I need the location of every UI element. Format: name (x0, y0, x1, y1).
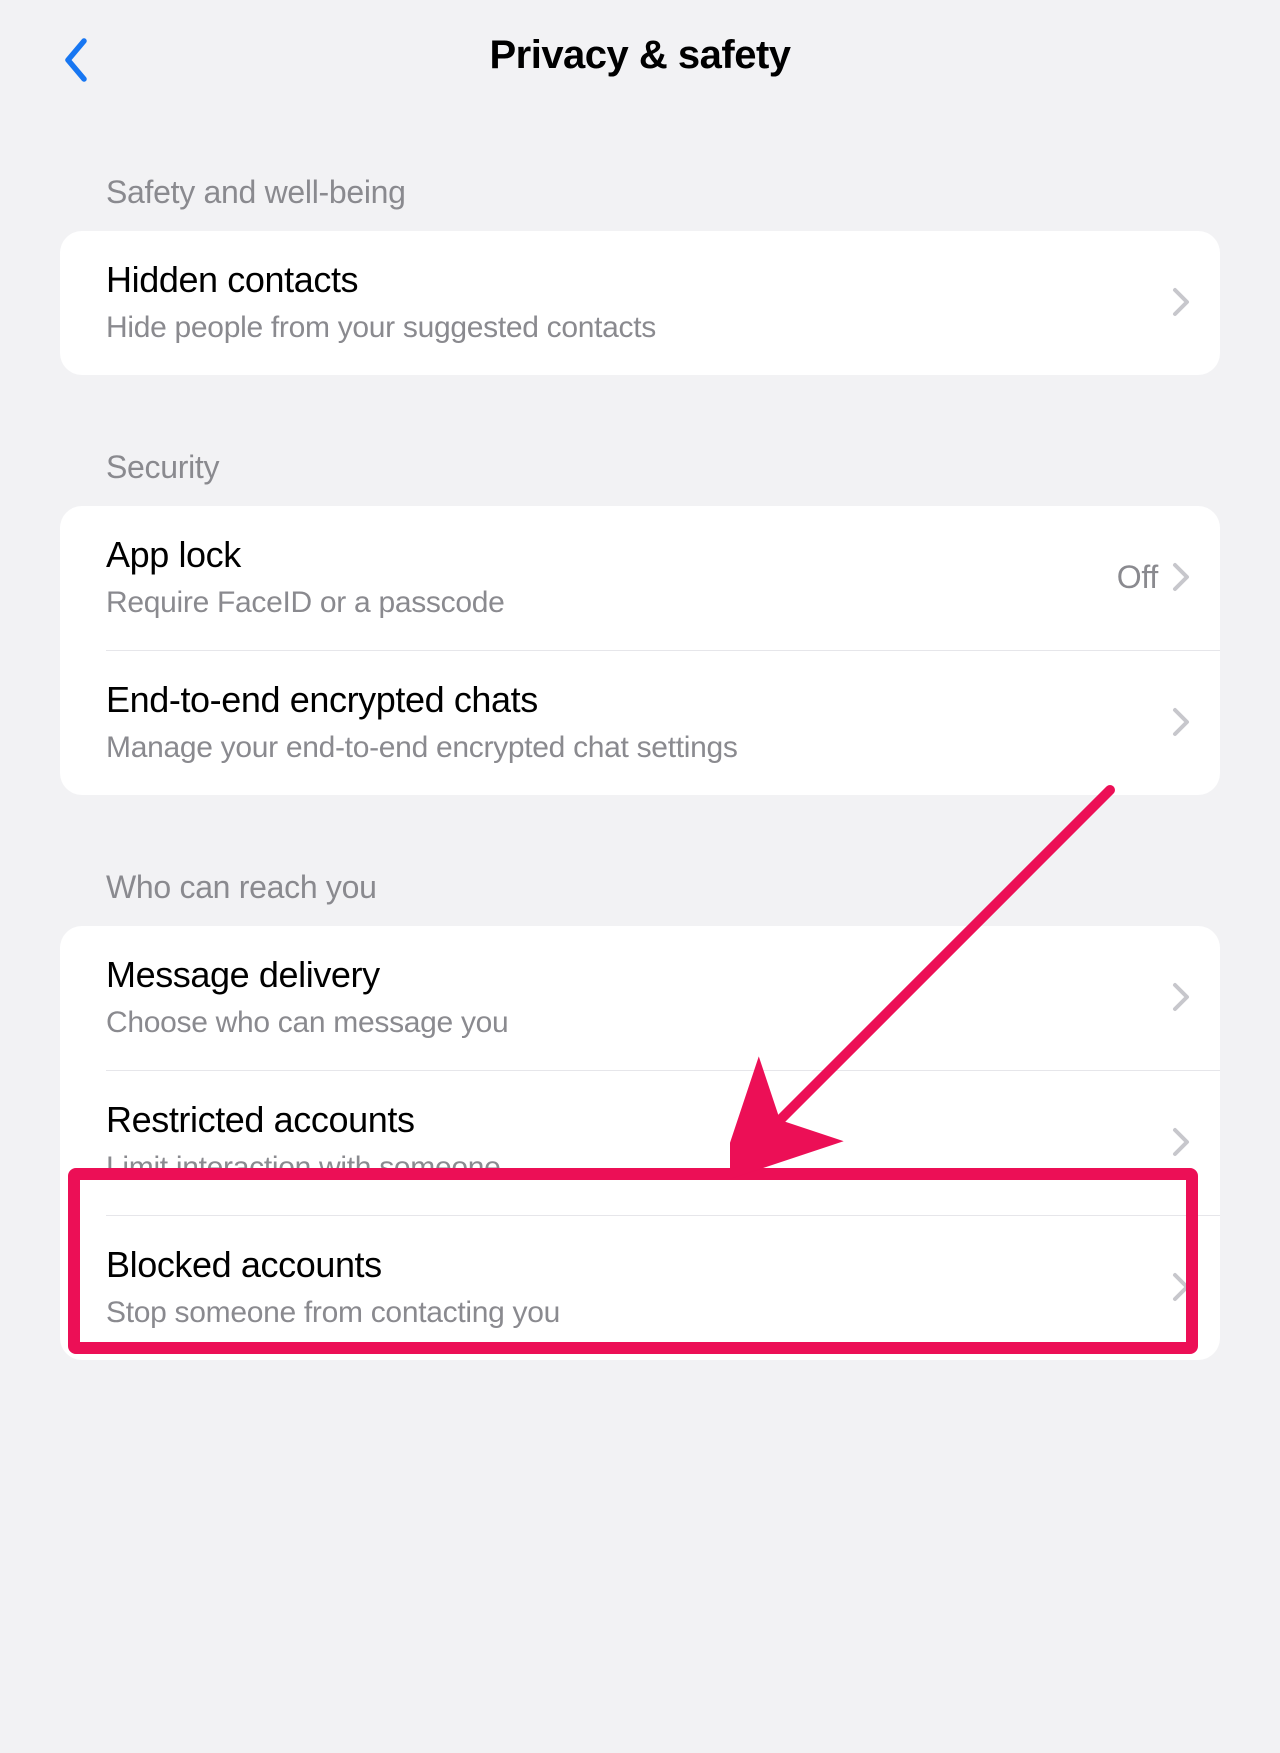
row-subtitle: Hide people from your suggested contacts (106, 311, 1172, 345)
card-reach: Message delivery Choose who can message … (60, 926, 1220, 1360)
row-app-lock[interactable]: App lock Require FaceID or a passcode Of… (60, 506, 1220, 650)
chevron-right-icon (1172, 562, 1190, 592)
back-button[interactable] (54, 30, 98, 90)
chevron-right-icon (1172, 287, 1190, 317)
row-e2ee-chats[interactable]: End-to-end encrypted chats Manage your e… (60, 651, 1220, 795)
row-title: Hidden contacts (106, 259, 1172, 301)
section-header-security: Security (0, 375, 1280, 506)
row-text: App lock Require FaceID or a passcode (106, 534, 1117, 620)
row-subtitle: Limit interaction with someone (106, 1151, 1172, 1185)
row-blocked-accounts[interactable]: Blocked accounts Stop someone from conta… (60, 1216, 1220, 1360)
chevron-right-icon (1172, 707, 1190, 737)
row-hidden-contacts[interactable]: Hidden contacts Hide people from your su… (60, 231, 1220, 375)
row-subtitle: Stop someone from contacting you (106, 1296, 1172, 1330)
page-title: Privacy & safety (489, 33, 790, 78)
chevron-left-icon (64, 38, 88, 82)
row-value-app-lock: Off (1117, 559, 1158, 596)
section-header-reach: Who can reach you (0, 795, 1280, 926)
row-text: Restricted accounts Limit interaction wi… (106, 1099, 1172, 1185)
row-text: Blocked accounts Stop someone from conta… (106, 1244, 1172, 1330)
row-title: App lock (106, 534, 1117, 576)
chevron-right-icon (1172, 1272, 1190, 1302)
privacy-safety-screen: Privacy & safety Safety and well-being H… (0, 0, 1280, 1753)
row-text: End-to-end encrypted chats Manage your e… (106, 679, 1172, 765)
row-message-delivery[interactable]: Message delivery Choose who can message … (60, 926, 1220, 1070)
row-subtitle: Manage your end-to-end encrypted chat se… (106, 731, 1172, 765)
card-safety: Hidden contacts Hide people from your su… (60, 231, 1220, 375)
chevron-right-icon (1172, 1127, 1190, 1157)
chevron-right-icon (1172, 982, 1190, 1012)
row-title: Restricted accounts (106, 1099, 1172, 1141)
row-subtitle: Require FaceID or a passcode (106, 586, 1117, 620)
row-text: Message delivery Choose who can message … (106, 954, 1172, 1040)
nav-header: Privacy & safety (0, 0, 1280, 110)
row-text: Hidden contacts Hide people from your su… (106, 259, 1172, 345)
row-title: Blocked accounts (106, 1244, 1172, 1286)
row-restricted-accounts[interactable]: Restricted accounts Limit interaction wi… (60, 1071, 1220, 1215)
row-title: End-to-end encrypted chats (106, 679, 1172, 721)
card-security: App lock Require FaceID or a passcode Of… (60, 506, 1220, 795)
row-title: Message delivery (106, 954, 1172, 996)
section-header-safety: Safety and well-being (0, 110, 1280, 231)
row-subtitle: Choose who can message you (106, 1006, 1172, 1040)
